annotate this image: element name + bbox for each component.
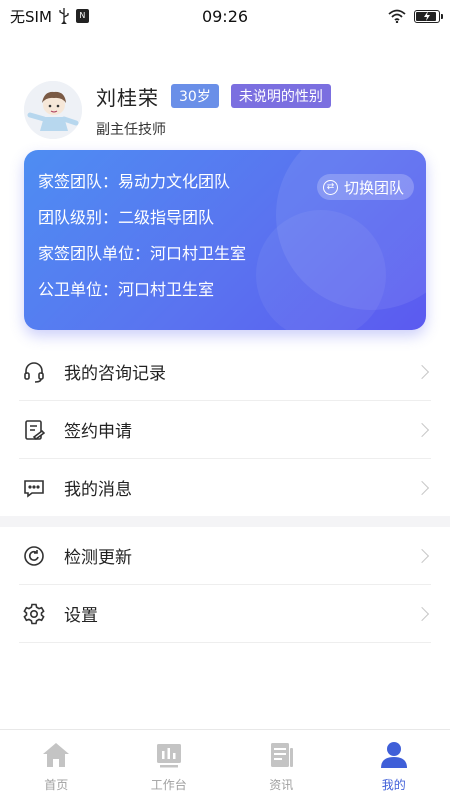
menu-label-check-update: 检测更新 bbox=[64, 548, 132, 568]
status-bar: 无SIM N 09:26 bbox=[0, 0, 450, 32]
menu-item-check-update[interactable]: 检测更新 bbox=[19, 527, 431, 585]
nav-label-workbench: 工作台 bbox=[150, 778, 187, 792]
user-name: 刘桂荣 bbox=[96, 85, 159, 110]
battery-icon bbox=[414, 9, 443, 23]
menu-label-sign-apply: 签约申请 bbox=[64, 422, 132, 442]
team-name-label: 家签团队： bbox=[38, 172, 119, 191]
avatar[interactable] bbox=[24, 81, 82, 139]
document-icon bbox=[23, 419, 45, 441]
menu-item-consult-records[interactable]: 我的咨询记录 bbox=[19, 343, 431, 401]
switch-team-button[interactable]: ⇄ 切换团队 bbox=[316, 174, 414, 200]
chevron-right-icon bbox=[414, 422, 430, 437]
section-divider bbox=[0, 516, 450, 527]
nav-item-home[interactable]: 首页 bbox=[0, 730, 113, 800]
home-icon bbox=[41, 740, 71, 770]
age-badge: 30岁 bbox=[171, 84, 219, 108]
team-unit-label: 家签团队单位： bbox=[38, 244, 151, 263]
nav-item-workbench[interactable]: 工作台 bbox=[113, 730, 226, 800]
carrier-label: 无SIM bbox=[10, 7, 52, 26]
job-title: 副主任技师 bbox=[96, 121, 166, 138]
gender-badge: 未说明的性别 bbox=[230, 84, 331, 108]
menu-group-1: 我的咨询记录 签约申请 我的消息 bbox=[0, 343, 450, 517]
gear-icon bbox=[23, 603, 45, 625]
user-icon bbox=[379, 740, 409, 770]
team-level-value: 二级指导团队 bbox=[118, 208, 215, 227]
nav-item-news[interactable]: 资讯 bbox=[225, 730, 338, 800]
team-unit-row: 家签团队单位：河口村卫生室 bbox=[38, 244, 246, 263]
nfc-icon: N bbox=[75, 9, 89, 23]
team-unit-value: 河口村卫生室 bbox=[150, 244, 247, 263]
nav-label-news: 资讯 bbox=[269, 778, 294, 792]
message-icon bbox=[23, 477, 45, 499]
team-name-row: 家签团队：易动力文化团队 bbox=[38, 172, 246, 191]
menu-item-sign-apply[interactable]: 签约申请 bbox=[19, 401, 431, 459]
team-level-label: 团队级别： bbox=[38, 208, 119, 227]
chevron-right-icon bbox=[414, 364, 430, 379]
refresh-icon bbox=[23, 545, 45, 567]
public-health-unit-label: 公卫单位： bbox=[38, 280, 119, 299]
team-level-row: 团队级别：二级指导团队 bbox=[38, 208, 246, 227]
menu-item-messages[interactable]: 我的消息 bbox=[19, 459, 431, 517]
chevron-right-icon bbox=[414, 480, 430, 495]
chevron-right-icon bbox=[414, 606, 430, 621]
menu-label-messages: 我的消息 bbox=[64, 480, 132, 500]
team-card: 家签团队：易动力文化团队 团队级别：二级指导团队 家签团队单位：河口村卫生室 公… bbox=[24, 150, 426, 330]
menu-label-settings: 设置 bbox=[64, 606, 98, 626]
public-health-unit-row: 公卫单位：河口村卫生室 bbox=[38, 280, 246, 299]
wifi-icon bbox=[388, 9, 406, 23]
bottom-nav: 首页 工作台 资讯 我的 bbox=[0, 729, 450, 800]
team-name-value: 易动力文化团队 bbox=[118, 172, 231, 191]
news-icon bbox=[266, 740, 296, 770]
workbench-icon bbox=[154, 740, 184, 770]
usb-icon bbox=[59, 8, 69, 24]
public-health-unit-value: 河口村卫生室 bbox=[118, 280, 215, 299]
menu-group-2: 检测更新 设置 bbox=[0, 527, 450, 643]
menu-label-consult-records: 我的咨询记录 bbox=[64, 364, 166, 384]
profile-header: 刘桂荣 30岁 未说明的性别 副主任技师 bbox=[24, 80, 424, 140]
chevron-right-icon bbox=[414, 548, 430, 563]
nav-label-mine: 我的 bbox=[381, 778, 406, 792]
menu-item-settings[interactable]: 设置 bbox=[19, 585, 431, 643]
nav-item-mine[interactable]: 我的 bbox=[338, 730, 450, 800]
headset-icon bbox=[23, 361, 45, 383]
nav-label-home: 首页 bbox=[44, 778, 69, 792]
switch-team-label: 切换团队 bbox=[343, 178, 404, 197]
switch-icon: ⇄ bbox=[322, 179, 338, 195]
